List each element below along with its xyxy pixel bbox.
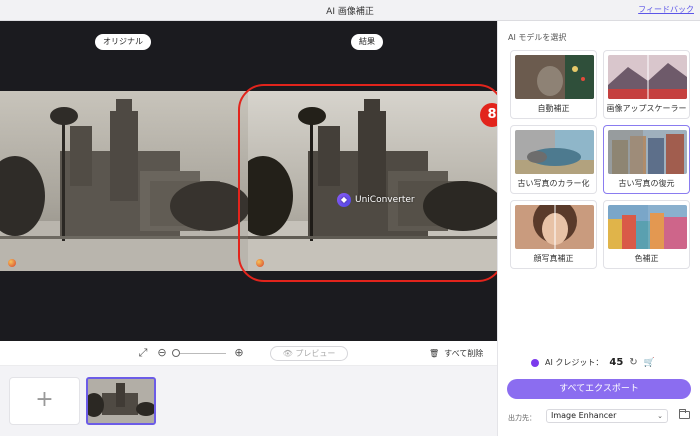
model-preview-auto: [515, 55, 594, 99]
folder-icon[interactable]: [679, 409, 690, 419]
eye-icon: 👁: [282, 349, 293, 358]
model-card-restore[interactable]: 古い写真の復元: [603, 125, 690, 194]
zoom-in-icon[interactable]: ⊕: [233, 347, 245, 359]
original-image: [0, 91, 248, 271]
model-preview-upscaler: [608, 55, 687, 99]
zoom-slider-track[interactable]: [178, 353, 226, 354]
original-label: オリジナル: [95, 34, 151, 50]
image-thumbnail[interactable]: [86, 377, 156, 425]
preview-button[interactable]: 👁 プレビュー: [270, 346, 348, 361]
credit-icon: [531, 358, 539, 367]
model-preview-restore: [608, 130, 687, 174]
preview-stage: オリジナル 結果 ◆ UniConverter 8: [0, 21, 504, 341]
export-all-button[interactable]: すべてエクスポート: [507, 379, 691, 399]
feedback-link[interactable]: フィードバック: [638, 4, 694, 15]
image-badge-icon: [8, 259, 16, 267]
model-card-upscaler[interactable]: 画像アップスケーラー: [603, 50, 690, 119]
model-label: 画像アップスケーラー: [606, 104, 687, 113]
credit-value: 45: [609, 357, 624, 368]
model-label: 自動補正: [537, 104, 570, 113]
model-card-color-correct[interactable]: 色補正: [603, 200, 690, 269]
window-title: AI 画像補正: [326, 7, 374, 17]
church-photo-original: [0, 91, 248, 271]
model-panel-header: AI モデルを選択: [508, 33, 567, 42]
refresh-icon[interactable]: ↻: [629, 357, 637, 368]
thumbnail-photo: [88, 379, 154, 423]
cart-icon[interactable]: 🛒: [644, 358, 655, 368]
ai-credit: AI クレジット： 45 ↻ 🛒: [531, 357, 655, 368]
model-card-auto[interactable]: 自動補正: [510, 50, 597, 119]
chevron-down-icon: ⌄: [657, 412, 663, 420]
model-card-face[interactable]: 顔写真補正: [510, 200, 597, 269]
model-label: 古い写真の復元: [618, 179, 675, 188]
zoom-out-icon[interactable]: ⊖: [156, 347, 168, 359]
zoom-slider-knob[interactable]: [172, 349, 180, 357]
output-location-select[interactable]: Image Enhancer ⌄: [546, 409, 668, 423]
model-panel: AI モデルを選択 自動補正 画像アップスケーラー 古い写真のカラー化 古い写真…: [497, 21, 700, 436]
fit-screen-icon[interactable]: ⤢: [137, 347, 149, 359]
model-label: 色補正: [634, 254, 659, 263]
delete-all-label: すべて削除: [444, 349, 484, 358]
result-highlight-frame: [238, 84, 504, 282]
delete-all-button[interactable]: 🗑 すべて削除: [429, 348, 483, 359]
filmstrip: +: [0, 366, 497, 436]
model-card-colorize[interactable]: 古い写真のカラー化: [510, 125, 597, 194]
title-bar: AI 画像補正 フィードバック: [0, 0, 700, 21]
trash-icon: 🗑: [429, 349, 440, 358]
model-preview-color-correct: [608, 205, 687, 249]
result-label: 結果: [351, 34, 383, 50]
model-preview-face: [515, 205, 594, 249]
output-label: 出力先：: [508, 414, 536, 422]
credit-label: AI クレジット：: [545, 358, 604, 367]
view-toolbar: ⤢ ⊖ ⊕ 👁 プレビュー 🗑 すべて削除: [0, 341, 497, 366]
model-preview-colorize: [515, 130, 594, 174]
output-location-value: Image Enhancer: [551, 411, 617, 420]
model-label: 顔写真補正: [533, 254, 574, 263]
model-label: 古い写真のカラー化: [517, 179, 590, 188]
add-image-button[interactable]: +: [9, 377, 80, 425]
preview-label: プレビュー: [295, 349, 336, 358]
